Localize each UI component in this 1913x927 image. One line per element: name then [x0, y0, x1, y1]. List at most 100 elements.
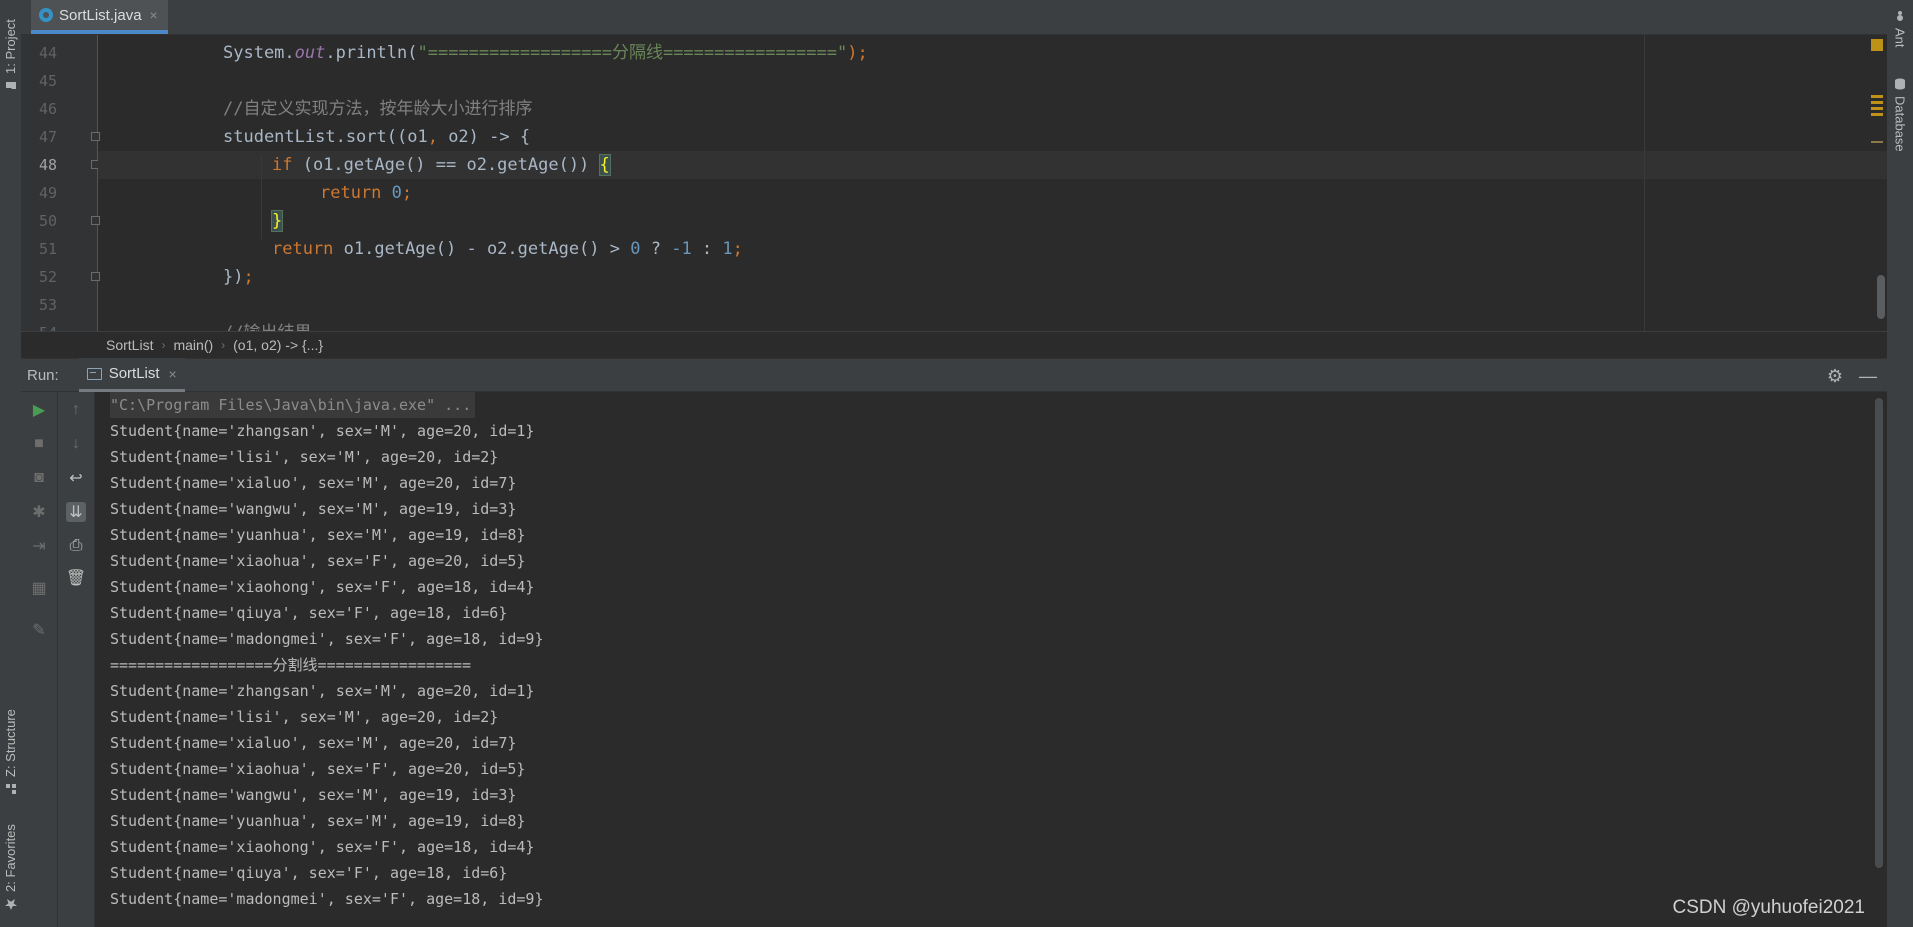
- editor-file-tab[interactable]: SortList.java ×: [31, 0, 168, 34]
- ant-icon: [1893, 10, 1908, 22]
- run-toolbar-secondary: ↑ ↓ ↩ ⇊ ⎙ 🗑: [58, 392, 95, 927]
- close-icon[interactable]: ×: [150, 7, 158, 23]
- breadcrumb-separator: ›: [161, 337, 166, 352]
- breadcrumb-item[interactable]: main(): [173, 337, 213, 353]
- minimize-icon[interactable]: —: [1859, 366, 1877, 387]
- favorites-tool-tab[interactable]: 2: Favorites: [1, 818, 20, 910]
- project-tab-label: 1: Project: [3, 19, 18, 74]
- print-icon[interactable]: ⎙: [66, 536, 86, 556]
- console-line: Student{name='lisi', sex='M', age=20, id…: [110, 448, 499, 466]
- console-line: Student{name='lisi', sex='M', age=20, id…: [110, 708, 499, 726]
- line-number: 52: [38, 268, 57, 286]
- ant-tool-tab[interactable]: Ant: [1889, 10, 1911, 56]
- console-line: Student{name='xialuo', sex='M', age=20, …: [110, 474, 517, 492]
- console-line: Student{name='madongmei', sex='F', age=1…: [110, 630, 544, 648]
- structure-tool-tab[interactable]: Z: Structure: [1, 695, 20, 795]
- trash-icon[interactable]: 🗑: [66, 568, 86, 588]
- folder-icon: [3, 80, 18, 92]
- structure-icon: [3, 783, 18, 795]
- scroll-to-end-icon[interactable]: ⇊: [66, 502, 86, 522]
- close-icon[interactable]: ×: [169, 366, 177, 382]
- code-line-46: //自定义实现方法，按年龄大小进行排序: [223, 99, 533, 119]
- console-line: Student{name='xiaohua', sex='F', age=20,…: [110, 552, 526, 570]
- console-line: Student{name='yuanhua', sex='M', age=19,…: [110, 526, 526, 544]
- line-number: 53: [38, 296, 57, 314]
- line-number: 49: [38, 184, 57, 202]
- console-line: Student{name='zhangsan', sex='M', age=20…: [110, 682, 535, 700]
- breadcrumb: SortList › main() › (o1, o2) -> {...}: [21, 331, 1887, 357]
- database-tool-tab[interactable]: Database: [1889, 78, 1911, 158]
- code-line-47: studentList.sort((o1, o2) -> {: [223, 127, 531, 147]
- line-number: 51: [38, 240, 57, 258]
- debug-icon[interactable]: ✱: [29, 502, 49, 522]
- error-stripe-marker[interactable]: [1871, 141, 1883, 143]
- breadcrumb-item[interactable]: (o1, o2) -> {...}: [233, 337, 323, 353]
- run-label: Run:: [27, 366, 59, 384]
- console-scrollbar[interactable]: [1875, 398, 1883, 868]
- breadcrumb-item[interactable]: SortList: [106, 337, 153, 353]
- camera-icon[interactable]: ◙: [29, 468, 49, 488]
- console-line: Student{name='xiaohua', sex='F', age=20,…: [110, 760, 526, 778]
- code-line-51: return o1.getAge() - o2.getAge() > 0 ? -…: [272, 239, 743, 259]
- console-line: Student{name='qiuya', sex='F', age=18, i…: [110, 864, 508, 882]
- database-icon: [1893, 78, 1908, 90]
- code-line-50: }: [270, 210, 284, 232]
- run-config-tab[interactable]: SortList ×: [78, 358, 185, 392]
- line-number: 47: [38, 128, 57, 146]
- right-tool-strip: Ant Database: [1886, 0, 1913, 927]
- code-editor[interactable]: 44 45 46 47 48 49 50 51 52 53 54 System.…: [21, 35, 1887, 331]
- line-number-current: 48: [38, 156, 57, 174]
- console-command-line: "C:\Program Files\Java\bin\java.exe" ...: [110, 392, 476, 418]
- soft-wrap-icon[interactable]: ↩: [66, 468, 86, 488]
- code-line-48: if (o1.getAge() == o2.getAge()) {: [272, 154, 611, 176]
- indent-guide: [261, 155, 262, 239]
- console-line: Student{name='xiaohong', sex='F', age=18…: [110, 578, 535, 596]
- line-number: 54: [21, 319, 57, 331]
- down-arrow-icon[interactable]: ↓: [66, 434, 86, 454]
- console-line: Student{name='wangwu', sex='M', age=19, …: [110, 500, 517, 518]
- java-class-icon: [39, 8, 53, 22]
- code-line-54: //输出结果: [223, 319, 311, 331]
- breadcrumb-separator: ›: [221, 337, 226, 352]
- code-line-44: System.out.println("==================分隔…: [223, 43, 868, 63]
- error-stripe-marker[interactable]: [1871, 101, 1883, 104]
- favorites-tab-label: 2: Favorites: [3, 824, 18, 892]
- run-window-header: Run: SortList × ⚙ —: [21, 358, 1887, 392]
- watermark: CSDN @yuhuofei2021: [1672, 897, 1865, 918]
- structure-tab-label: Z: Structure: [3, 709, 18, 777]
- run-toolbar-primary: ▶ ■ ◙ ✱ ⇥ ▦ ✎: [21, 392, 58, 927]
- pin-icon[interactable]: ✎: [29, 620, 49, 640]
- error-stripe-marker[interactable]: [1871, 113, 1883, 116]
- console-icon: [86, 367, 102, 380]
- warning-marker[interactable]: [1871, 39, 1883, 51]
- stop-icon[interactable]: ■: [29, 434, 49, 454]
- line-number: 46: [38, 100, 57, 118]
- editor-gutter: 44 45 46 47 48 49 50 51 52 53 54: [21, 35, 129, 331]
- code-line-49: return 0;: [320, 183, 413, 203]
- console-line: Student{name='wangwu', sex='M', age=19, …: [110, 786, 517, 804]
- error-stripe-marker[interactable]: [1871, 95, 1883, 98]
- error-stripe-marker[interactable]: [1871, 107, 1883, 110]
- run-window-actions: ⚙ —: [1827, 359, 1877, 393]
- console-line: Student{name='madongmei', sex='F', age=1…: [110, 890, 544, 908]
- code-line-52: });: [223, 267, 254, 287]
- ant-tab-label: Ant: [1892, 28, 1908, 48]
- console-output[interactable]: "C:\Program Files\Java\bin\java.exe" ...…: [95, 392, 1887, 927]
- left-tool-strip: 1: Project Z: Structure 2: Favorites: [0, 0, 22, 927]
- code-area[interactable]: System.out.println("==================分隔…: [98, 35, 1887, 331]
- gear-icon[interactable]: ⚙: [1827, 366, 1843, 387]
- line-number: 44: [38, 44, 57, 62]
- console-line: Student{name='qiuya', sex='F', age=18, i…: [110, 604, 508, 622]
- line-number: 45: [38, 72, 57, 90]
- editor-scrollbar[interactable]: [1877, 275, 1885, 319]
- editor-tab-bar: SortList.java ×: [21, 0, 1887, 35]
- right-margin-guide: [1644, 35, 1645, 331]
- project-tool-tab[interactable]: 1: Project: [1, 8, 20, 92]
- file-tab-label: SortList.java: [59, 6, 142, 24]
- console-separator-line: ==================分割线=================: [110, 656, 472, 674]
- exit-icon[interactable]: ⇥: [29, 536, 49, 556]
- layout-icon[interactable]: ▦: [29, 578, 49, 598]
- up-arrow-icon[interactable]: ↑: [66, 400, 86, 420]
- console-line: Student{name='zhangsan', sex='M', age=20…: [110, 422, 535, 440]
- run-icon[interactable]: ▶: [29, 400, 49, 420]
